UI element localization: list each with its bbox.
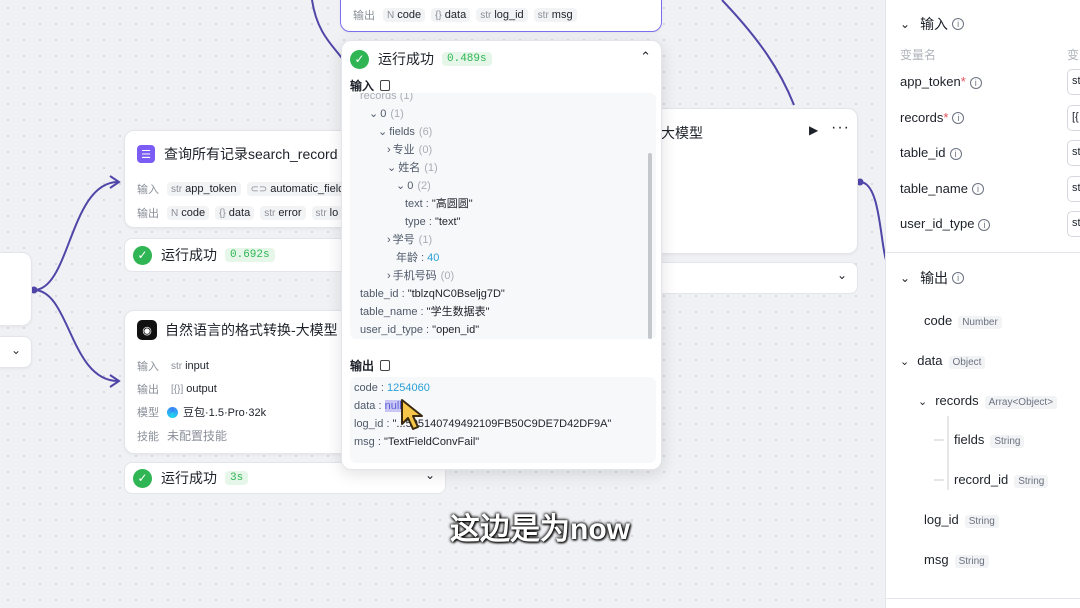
output-json-viewer[interactable]: code : 1254060 data : null log_id : "...50… bbox=[350, 377, 656, 463]
output-chip-code: Ncode bbox=[383, 8, 426, 22]
start-node-collapse[interactable]: ⌄ bbox=[0, 336, 32, 368]
json-output-row: msg : "TextFieldConvFail" bbox=[354, 436, 480, 448]
output-chip-log-id: str log_id bbox=[476, 8, 528, 22]
json-tree-row: type : "text" bbox=[405, 216, 461, 228]
status-text: 运行成功 bbox=[161, 470, 217, 486]
video-subtitle: 这边是为now bbox=[450, 513, 630, 546]
output-label: 输出 bbox=[137, 384, 159, 396]
chevron-right-icon: › bbox=[387, 144, 391, 156]
json-output-row: code : 1254060 bbox=[354, 382, 430, 394]
play-icon[interactable]: ▶ bbox=[809, 123, 818, 137]
json-tree-row[interactable]: ⌄ 0 (1) bbox=[360, 105, 505, 123]
chevron-down-icon: ⌄ bbox=[396, 180, 406, 192]
output-section-title: 输出 bbox=[350, 359, 375, 373]
node-title: 查询所有记录search_record bbox=[164, 146, 338, 162]
input-chip: str input bbox=[171, 360, 209, 372]
json-tree-row: text : "高圆圆" bbox=[405, 198, 473, 210]
run-time-badge: 3s bbox=[225, 471, 249, 485]
check-circle-icon: ✓ bbox=[133, 468, 152, 488]
run-time-badge: 0.489s bbox=[442, 52, 492, 66]
json-tree-row[interactable]: › 专业 (0) bbox=[360, 141, 505, 159]
copy-icon[interactable] bbox=[380, 360, 391, 371]
input-label: 输入 bbox=[137, 184, 159, 196]
json-tree-row: table_id : "tblzqNC0Bseljg7D" bbox=[360, 288, 505, 300]
chevron-up-icon[interactable]: ⌃ bbox=[640, 49, 651, 65]
chevron-down-icon: ⌄ bbox=[378, 126, 388, 138]
status-text: 运行成功 bbox=[161, 247, 217, 263]
check-circle-icon: ✓ bbox=[133, 245, 152, 265]
output-chip-msg: str msg bbox=[533, 8, 577, 22]
run-result-popup[interactable]: ✓ 运行成功 0.489s ⌃ 输入 records (1) ⌄ 0 (1) ⌄ fiel… bbox=[341, 40, 662, 470]
status-text: 运行成功 bbox=[378, 51, 434, 67]
output-chip-error: str error bbox=[260, 206, 306, 220]
search-record-node[interactable]: ☰ 查询所有记录search_record 输入 str app_token ⊂⊃… bbox=[124, 130, 354, 228]
chevron-down-icon: ⌄ bbox=[369, 108, 379, 120]
input-label: 输入 bbox=[137, 361, 159, 373]
chevron-down-icon[interactable]: ⌄ bbox=[425, 468, 435, 482]
start-node-partial[interactable] bbox=[0, 252, 32, 326]
json-tree-row[interactable]: ⌄ 姓名 (1) bbox=[360, 159, 505, 177]
node-title: 自然语言的格式转换-大模型 bbox=[165, 322, 338, 338]
json-tree-row[interactable]: ⌄ 0 (2) bbox=[360, 177, 505, 195]
llm-format-node[interactable]: ◉ 自然语言的格式转换-大模型 输入 str input 输出 [{}] outpu… bbox=[124, 310, 354, 454]
json-output-row: data : null bbox=[354, 400, 402, 412]
node-title: 大模型 bbox=[661, 125, 703, 141]
chevron-down-icon: ⌄ bbox=[11, 343, 22, 357]
json-tree-row: 年龄 : 40 bbox=[396, 252, 440, 264]
search-node-status[interactable]: ✓ 运行成功 0.692s bbox=[124, 238, 354, 272]
chevron-right-icon: › bbox=[387, 234, 391, 246]
output-chip-data: {} data bbox=[215, 206, 255, 220]
mouse-cursor-icon bbox=[401, 399, 423, 430]
model-name: 豆包·1.5·Pro·32k bbox=[183, 407, 267, 419]
skill-label: 技能 bbox=[137, 430, 159, 443]
json-tree-row[interactable]: › 学号 (1) bbox=[360, 231, 505, 249]
output-chip: [{}] output bbox=[171, 383, 217, 395]
table-icon: ☰ bbox=[137, 145, 155, 163]
check-circle-icon: ✓ bbox=[350, 49, 369, 69]
chevron-down-icon[interactable]: ⌄ bbox=[837, 268, 847, 282]
model-label: 模型 bbox=[137, 407, 159, 419]
run-time-badge: 0.692s bbox=[225, 248, 275, 262]
right-llm-node[interactable]: 大模型 ▶ ··· bbox=[650, 108, 858, 254]
llm-bot-icon: ◉ bbox=[137, 320, 157, 340]
input-json-viewer[interactable]: records (1) ⌄ 0 (1) ⌄ fields (6) › 专业 (0) ⌄ 姓名 (1) ⌄ 0… bbox=[350, 93, 656, 339]
output-chip-lo: str lo bbox=[311, 206, 343, 220]
output-label: 输出 bbox=[137, 208, 159, 220]
json-tree-row: table_name : "学生数据表" bbox=[360, 306, 490, 318]
chevron-down-icon: ⌄ bbox=[387, 162, 397, 174]
json-output-row: log_id : "...505140749492109FB50C9DE7D42… bbox=[354, 418, 612, 430]
chevron-right-icon: › bbox=[387, 270, 391, 282]
more-icon[interactable]: ··· bbox=[831, 119, 850, 137]
input-chip-app-token: str app_token bbox=[167, 182, 241, 196]
input-chip-automatic-fields: ⊂⊃ automatic_fields bbox=[246, 182, 354, 196]
scrollbar[interactable] bbox=[648, 153, 652, 339]
skill-value: 未配置技能 bbox=[167, 429, 228, 443]
json-tree-row: records (1) bbox=[360, 93, 414, 102]
output-chip-data: {} data bbox=[431, 8, 471, 22]
right-llm-node-status[interactable]: ⌄ bbox=[650, 262, 858, 294]
json-tree-row[interactable]: ⌄ fields (6) bbox=[360, 123, 505, 141]
output-chip-code: Ncode bbox=[167, 206, 210, 220]
output-label: 输出 bbox=[353, 10, 375, 22]
input-section-title: 输入 bbox=[350, 79, 375, 93]
doubao-model-icon bbox=[167, 406, 178, 418]
json-tree-row[interactable]: › 手机号码 (0) bbox=[360, 267, 505, 285]
json-tree-row: user_id_type : "open_id" bbox=[360, 324, 480, 336]
top-node[interactable]: 输出 Ncode {} data str log_id str msg bbox=[340, 0, 662, 32]
copy-icon[interactable] bbox=[380, 80, 391, 91]
